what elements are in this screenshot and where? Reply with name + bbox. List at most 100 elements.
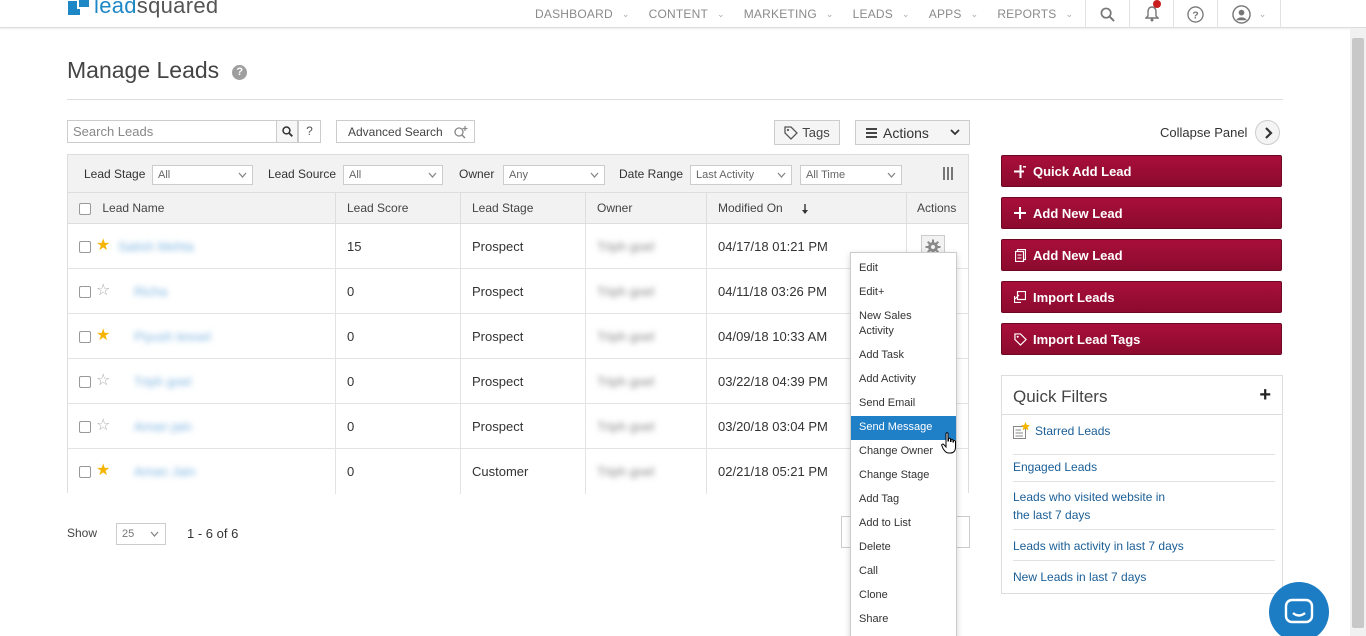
quick-filter-visited-website[interactable]: Leads who visited website in the last 7 … (1013, 488, 1275, 530)
row-checkbox[interactable] (79, 331, 91, 343)
date-range-filter-select[interactable]: Last Activity (690, 165, 792, 185)
menu-item-add-task[interactable]: Add Task (851, 344, 956, 368)
row-checkbox[interactable] (79, 376, 91, 388)
add-new-lead-form-button[interactable]: Add New Lead (1001, 239, 1282, 271)
page-size-select[interactable]: 25 (116, 523, 166, 545)
star-outline-icon[interactable]: ☆ (96, 373, 110, 389)
plus-icon (1013, 207, 1027, 219)
add-new-lead-button[interactable]: Add New Lead (1001, 197, 1282, 229)
row-checkbox[interactable] (79, 241, 91, 253)
notifications-button[interactable] (1129, 0, 1173, 28)
table-row[interactable]: ★ Piyush tessel 0 Prospect Triph goel 04… (68, 314, 968, 359)
menu-item-edit[interactable]: Edit (851, 257, 956, 281)
columns-icon[interactable] (942, 167, 954, 180)
menu-item-clone[interactable]: Clone (851, 584, 956, 608)
lead-name-link[interactable]: Aman Jain (134, 449, 195, 494)
chevron-right-icon (1255, 120, 1281, 145)
table-row[interactable]: ☆ Triph goel 0 Prospect Triph goel 03/22… (68, 359, 968, 404)
help-circle-icon: ? (1187, 5, 1204, 23)
nav-content[interactable]: CONTENT ⌄ (649, 7, 725, 21)
menu-item-edit-plus[interactable]: Edit+ (851, 281, 956, 305)
import-icon (1013, 291, 1027, 303)
time-period-filter-select[interactable]: All Time (800, 165, 902, 185)
quick-filter-engaged-leads[interactable]: Engaged Leads (1013, 458, 1275, 482)
column-header-lead-score[interactable]: Lead Score (336, 193, 461, 224)
chevron-down-icon (950, 129, 960, 136)
menu-item-add-tag[interactable]: Add Tag (851, 488, 956, 512)
menu-item-share[interactable]: Share (851, 608, 956, 632)
quick-filter-new-leads-7-days[interactable]: New Leads in last 7 days (1013, 568, 1275, 588)
menu-item-new-sales-activity[interactable]: New Sales Activity (851, 305, 956, 344)
row-checkbox[interactable] (79, 466, 91, 478)
quick-add-lead-button[interactable]: Quick Add Lead (1001, 155, 1282, 187)
menu-item-send-email[interactable]: Send Email (851, 392, 956, 416)
nav-apps[interactable]: APPS ⌄ (929, 7, 979, 21)
leadsquared-logo[interactable]: leadsquared (68, 0, 218, 18)
actions-dropdown-button[interactable]: Actions (855, 120, 970, 145)
menu-item-call[interactable]: Call (851, 560, 956, 584)
help-icon[interactable]: ? (232, 65, 248, 80)
menu-item-add-to-list[interactable]: Add to List (851, 512, 956, 536)
page-size-label: Show (67, 526, 98, 540)
nav-dashboard[interactable]: DASHBOARD ⌄ (535, 7, 630, 21)
menu-item-add-activity[interactable]: Add Activity (851, 368, 956, 392)
lead-source-filter-value: All (349, 169, 362, 181)
help-button[interactable]: ? (1173, 0, 1217, 28)
owner-cell: Triph goel (586, 314, 707, 359)
column-header-lead-stage[interactable]: Lead Stage (461, 193, 586, 224)
star-filled-icon[interactable]: ★ (96, 463, 110, 479)
menu-item-change-stage[interactable]: Change Stage (851, 464, 956, 488)
table-row[interactable]: ★ Satish Mehta 15 Prospect Triph goel 04… (68, 224, 968, 269)
menu-item-delete[interactable]: Delete (851, 536, 956, 560)
column-header-modified-on[interactable]: Modified On (707, 193, 907, 224)
star-outline-icon[interactable]: ☆ (96, 283, 110, 299)
collapse-panel-toggle[interactable]: Collapse Panel (1160, 120, 1281, 145)
notification-badge (1153, 0, 1161, 8)
tag-icon (784, 125, 799, 140)
column-header-lead-name[interactable]: Lead Name (68, 193, 336, 224)
lead-name-link[interactable]: Piyush tessel (134, 314, 211, 359)
lead-stage-filter-select[interactable]: All (152, 165, 253, 185)
table-row[interactable]: ☆ Richa 0 Prospect Triph goel 04/11/18 0… (68, 269, 968, 314)
global-search-button[interactable] (1085, 0, 1129, 28)
lead-name-link[interactable]: Richa (134, 269, 167, 314)
nav-leads[interactable]: LEADS ⌄ (853, 7, 910, 21)
chat-launcher-button[interactable] (1269, 582, 1329, 636)
table-row[interactable]: ★ Aman Jain 0 Customer Triph goel 02/21/… (68, 449, 968, 494)
lead-name-cell: ★ Aman Jain (68, 449, 336, 494)
import-leads-button[interactable]: Import Leads (1001, 281, 1282, 313)
column-header-owner[interactable]: Owner (586, 193, 707, 224)
lead-name-cell: ☆ Richa (68, 269, 336, 314)
quick-filter-activity-7-days[interactable]: Leads with activity in last 7 days (1013, 537, 1275, 561)
row-checkbox[interactable] (79, 421, 91, 433)
quick-add-lead-label: Quick Add Lead (1033, 163, 1132, 179)
star-filled-icon[interactable]: ★ (96, 328, 110, 344)
star-outline-icon[interactable]: ☆ (96, 418, 110, 434)
page-scrollbar[interactable] (1350, 28, 1366, 636)
advanced-search-button[interactable]: Advanced Search (336, 120, 475, 143)
lead-name-link[interactable]: Aman jain (134, 404, 192, 449)
nav-reports[interactable]: REPORTS ⌄ (997, 7, 1073, 21)
quick-filters-panel: Quick Filters + Starred Leads Engaged Le… (1001, 375, 1283, 594)
row-checkbox[interactable] (79, 286, 91, 298)
search-input[interactable] (68, 121, 268, 142)
actions-label: Actions (883, 124, 929, 141)
chevron-down-icon (590, 172, 599, 178)
user-menu-button[interactable]: ⌄ (1217, 0, 1281, 28)
import-lead-tags-button[interactable]: Import Lead Tags (1001, 323, 1282, 355)
add-filter-plus-icon[interactable]: + (1259, 384, 1271, 407)
table-row[interactable]: ☆ Aman jain 0 Prospect Triph goel 03/20/… (68, 404, 968, 449)
lead-name-link[interactable]: Satish Mehta (118, 224, 194, 269)
lead-name-link[interactable]: Triph goel (134, 359, 191, 404)
select-all-checkbox[interactable] (79, 202, 91, 215)
search-help-button[interactable]: ? (298, 120, 321, 143)
search-button[interactable] (276, 120, 298, 143)
page-title: Manage Leads ? (67, 57, 248, 84)
tags-button[interactable]: Tags (774, 120, 840, 145)
nav-marketing[interactable]: MARKETING ⌄ (744, 7, 834, 21)
owner-filter-select[interactable]: Any (503, 165, 605, 185)
scrollbar-thumb[interactable] (1352, 38, 1364, 628)
lead-source-filter-select[interactable]: All (343, 165, 443, 185)
star-filled-icon[interactable]: ★ (96, 238, 110, 254)
quick-filter-starred-leads[interactable]: Starred Leads (1013, 422, 1275, 455)
